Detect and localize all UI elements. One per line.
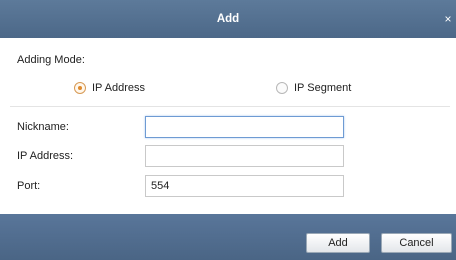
port-label: Port: [17,180,41,192]
ip-address-input[interactable] [145,145,344,167]
section-divider [10,106,450,107]
radio-unselected-icon[interactable] [276,82,288,94]
nickname-label: Nickname: [17,121,69,133]
add-device-dialog: Add × Adding Mode: IP Address IP Segment… [0,0,456,260]
dialog-titlebar[interactable]: Add × [0,0,456,38]
close-icon[interactable]: × [442,12,454,26]
radio-ip-address[interactable]: IP Address [74,80,145,96]
radio-ip-segment-label: IP Segment [294,82,352,94]
cancel-button[interactable]: Cancel [381,233,452,253]
radio-ip-segment[interactable]: IP Segment [276,80,351,96]
port-input[interactable] [145,175,344,197]
dialog-title: Add [216,13,240,25]
adding-mode-label: Adding Mode: [17,54,85,66]
radio-ip-address-label: IP Address [92,82,145,94]
nickname-input[interactable] [145,116,344,138]
ip-address-label: IP Address: [17,150,74,162]
radio-selected-icon[interactable] [74,82,86,94]
add-button[interactable]: Add [306,233,370,253]
